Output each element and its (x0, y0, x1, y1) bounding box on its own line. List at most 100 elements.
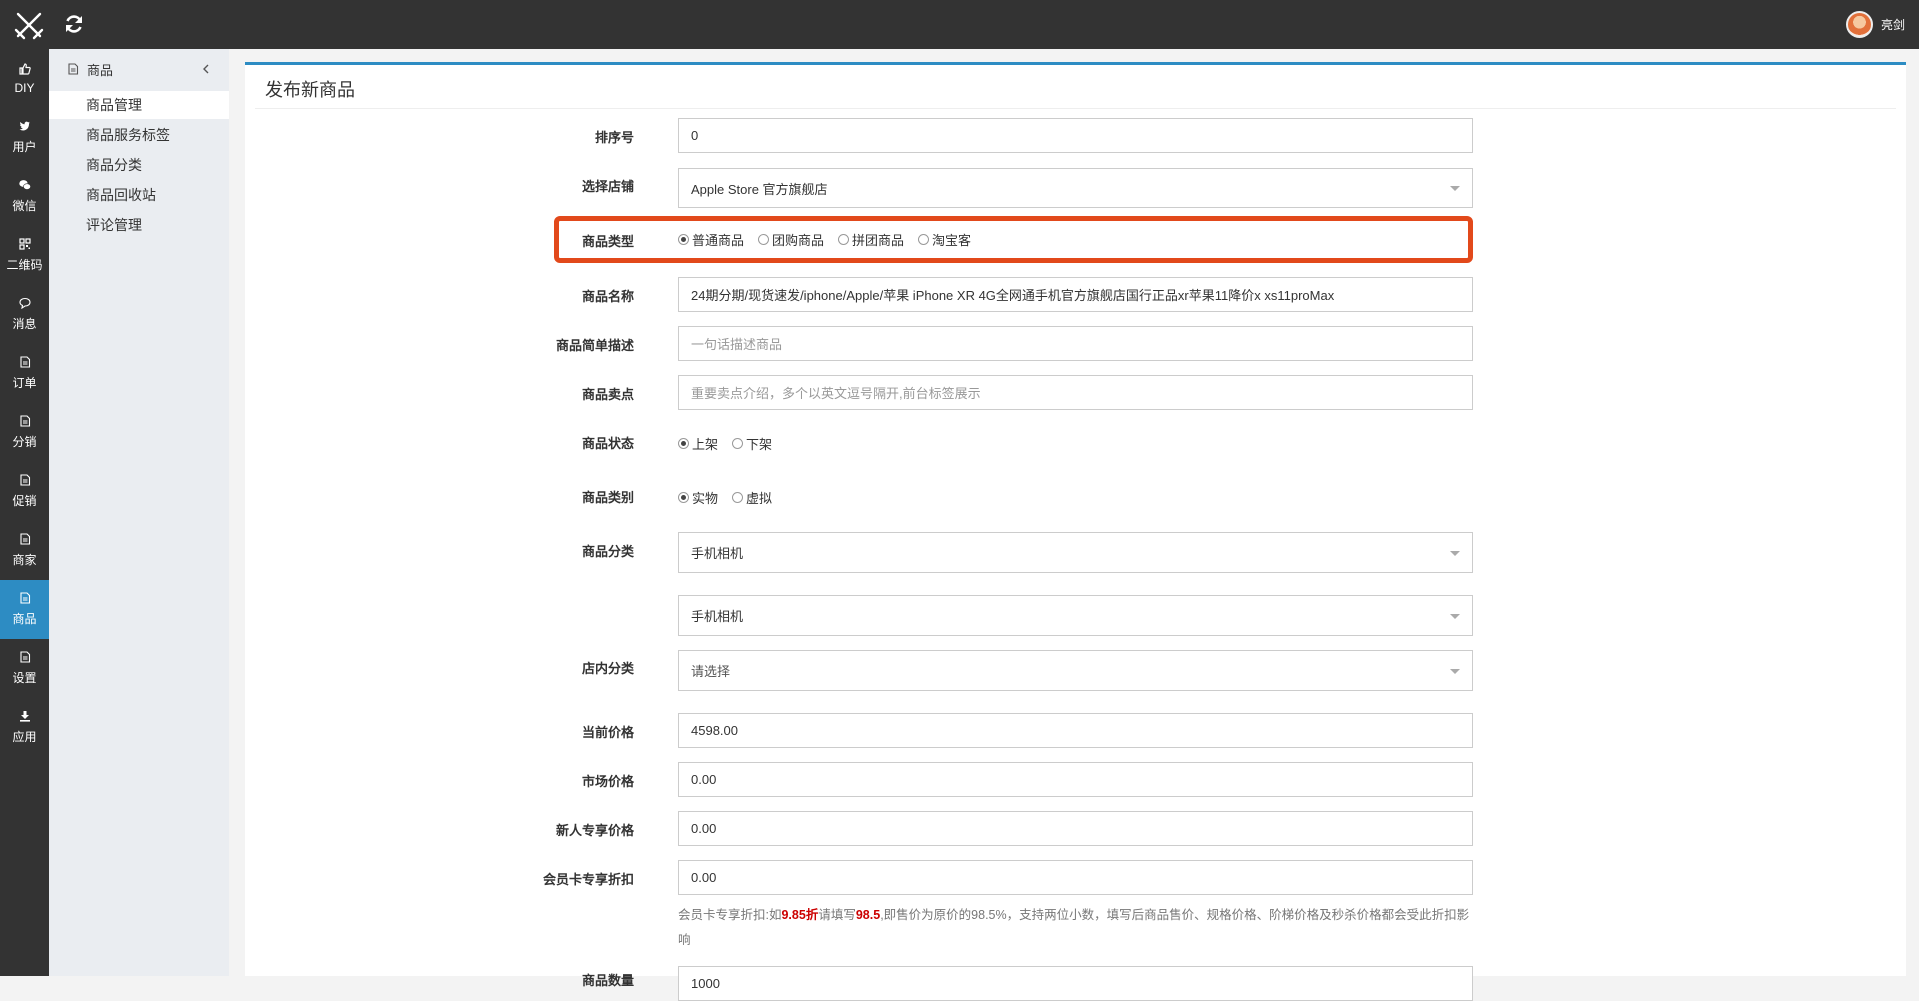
document-icon (19, 415, 30, 427)
refresh-icon[interactable] (63, 13, 85, 35)
selling-points-input[interactable]: 重要卖点介绍，多个以英文逗号隔开,前台标签展示 (678, 375, 1473, 410)
nav-item-wechat[interactable]: 微信 (0, 167, 49, 226)
goods-type-label: 商品类型 (581, 234, 634, 249)
radio-label: 上架 (692, 437, 719, 452)
nav-item-messages[interactable]: 消息 (0, 285, 49, 344)
goods-type-radio-pintuan[interactable]: 拼团商品 (838, 230, 904, 249)
kind-radio-group: 实物 虚拟 (678, 488, 784, 507)
document-icon (19, 533, 30, 545)
goods-name-input[interactable]: 24期分期/现货速发/iphone/Apple/苹果 iPhone XR 4G全… (678, 277, 1473, 312)
shop-category-label: 店内分类 (581, 661, 634, 676)
subnav-item-goods-management[interactable]: 商品管理 (49, 91, 229, 119)
user-name[interactable]: 亮剑 (1881, 16, 1905, 33)
nav-label: 分销 (12, 435, 37, 449)
top-bar: 亮剑 (0, 0, 1919, 49)
document-icon (68, 63, 79, 75)
kind-radio-physical[interactable]: 实物 (678, 488, 718, 507)
radio-label: 拼团商品 (852, 233, 905, 248)
divider (255, 108, 1896, 109)
chevron-down-icon (1450, 551, 1460, 556)
selling-points-label: 商品卖点 (581, 387, 634, 402)
radio-dot[interactable] (732, 438, 744, 449)
sort-label: 排序号 (594, 130, 634, 145)
subnav-header[interactable]: 商品 (49, 55, 229, 83)
document-icon (19, 651, 30, 663)
thumbs-up-icon (18, 62, 31, 75)
user-menu[interactable]: 亮剑 (1845, 11, 1905, 38)
radio-dot[interactable] (678, 438, 689, 449)
subnav-item-reviews[interactable]: 评论管理 (49, 211, 229, 239)
subnav-item-recycle-bin[interactable]: 商品回收站 (49, 181, 229, 209)
current-price-input[interactable]: 4598.00 (678, 713, 1473, 748)
shop-category-select-value: 请选择 (691, 664, 731, 679)
help-highlight: 98.5 (855, 908, 881, 922)
radio-label: 淘宝客 (932, 233, 972, 248)
nav-item-settings[interactable]: 设置 (0, 639, 49, 698)
category-select-value: 手机相机 (691, 546, 744, 561)
kind-radio-virtual[interactable]: 虚拟 (732, 488, 772, 507)
stock-input[interactable]: 1000 (678, 966, 1473, 1001)
radio-label: 下架 (746, 437, 773, 452)
nav-item-merchants[interactable]: 商家 (0, 521, 49, 580)
wechat-icon (18, 180, 31, 190)
sort-input[interactable]: 0 (678, 118, 1473, 153)
nav-item-promotion[interactable]: 促销 (0, 462, 49, 521)
status-radio-on-shelf[interactable]: 上架 (678, 434, 718, 453)
status-radio-off-shelf[interactable]: 下架 (732, 434, 772, 453)
brief-label: 商品简单描述 (555, 338, 634, 353)
document-icon (19, 474, 30, 486)
radio-dot[interactable] (838, 234, 850, 245)
chat-bubble-icon (18, 297, 31, 309)
member-discount-label: 会员卡专享折扣 (542, 872, 634, 887)
nav-label: 用户 (12, 140, 37, 154)
store-select-value: Apple Store 官方旗舰店 (691, 181, 828, 197)
nav-label: 应用 (12, 730, 37, 744)
radio-dot[interactable] (678, 492, 689, 503)
status-label: 商品状态 (581, 436, 634, 451)
nav-item-goods[interactable]: 商品 (0, 580, 49, 639)
radio-dot[interactable] (678, 234, 689, 245)
radio-label: 虚拟 (746, 491, 773, 506)
store-select[interactable]: Apple Store 官方旗舰店 (678, 168, 1473, 208)
category-select-level2[interactable]: 手机相机 (678, 595, 1473, 636)
shop-category-select[interactable]: 请选择 (678, 650, 1473, 691)
subnav-item-service-tags[interactable]: 商品服务标签 (49, 121, 229, 149)
nav-item-apps[interactable]: 应用 (0, 698, 49, 757)
sub-sidebar: 商品 商品管理 商品服务标签 商品分类 商品回收站 评论管理 (49, 49, 229, 976)
nav-label: 设置 (12, 671, 37, 685)
crossed-swords-logo-icon[interactable] (14, 10, 44, 40)
goods-type-radio-taobaoke[interactable]: 淘宝客 (918, 230, 971, 249)
main-panel: 发布新商品 排序号 0 选择店铺 Apple Store 官方旗舰店 商品类型 … (245, 62, 1906, 1001)
qrcode-icon (18, 238, 31, 250)
nav-item-orders[interactable]: 订单 (0, 344, 49, 403)
nav-label: 促销 (12, 494, 37, 508)
nav-label: 订单 (12, 376, 37, 390)
nav-item-diy[interactable]: DIY (0, 49, 49, 108)
chevron-down-icon (1450, 186, 1460, 191)
nav-label: DIY (14, 80, 35, 95)
radio-dot[interactable] (732, 492, 744, 503)
radio-label: 实物 (692, 491, 719, 506)
chevron-down-icon (1450, 669, 1460, 674)
nav-label: 微信 (12, 199, 37, 213)
newcomer-price-input[interactable]: 0.00 (678, 811, 1473, 846)
member-discount-input[interactable]: 0.00 (678, 860, 1473, 895)
kind-label: 商品类别 (581, 490, 634, 505)
category-select-level1[interactable]: 手机相机 (678, 532, 1473, 573)
nav-item-distribution[interactable]: 分销 (0, 403, 49, 462)
goods-type-radio-group-buy[interactable]: 团购商品 (758, 230, 824, 249)
nav-item-users[interactable]: 用户 (0, 108, 49, 167)
subnav-item-categories[interactable]: 商品分类 (49, 151, 229, 179)
nav-item-qrcode[interactable]: 二维码 (0, 226, 49, 285)
radio-dot[interactable] (918, 234, 930, 245)
avatar[interactable] (1845, 11, 1873, 38)
document-icon (19, 356, 30, 368)
store-label: 选择店铺 (581, 179, 634, 194)
market-price-input[interactable]: 0.00 (678, 762, 1473, 797)
radio-dot[interactable] (758, 234, 770, 245)
brief-input[interactable]: 一句话描述商品 (678, 326, 1473, 361)
chevron-left-icon[interactable] (201, 63, 211, 75)
goods-type-radio-normal[interactable]: 普通商品 (678, 230, 744, 249)
twitter-bird-icon (19, 121, 30, 131)
radio-label: 团购商品 (772, 233, 825, 248)
